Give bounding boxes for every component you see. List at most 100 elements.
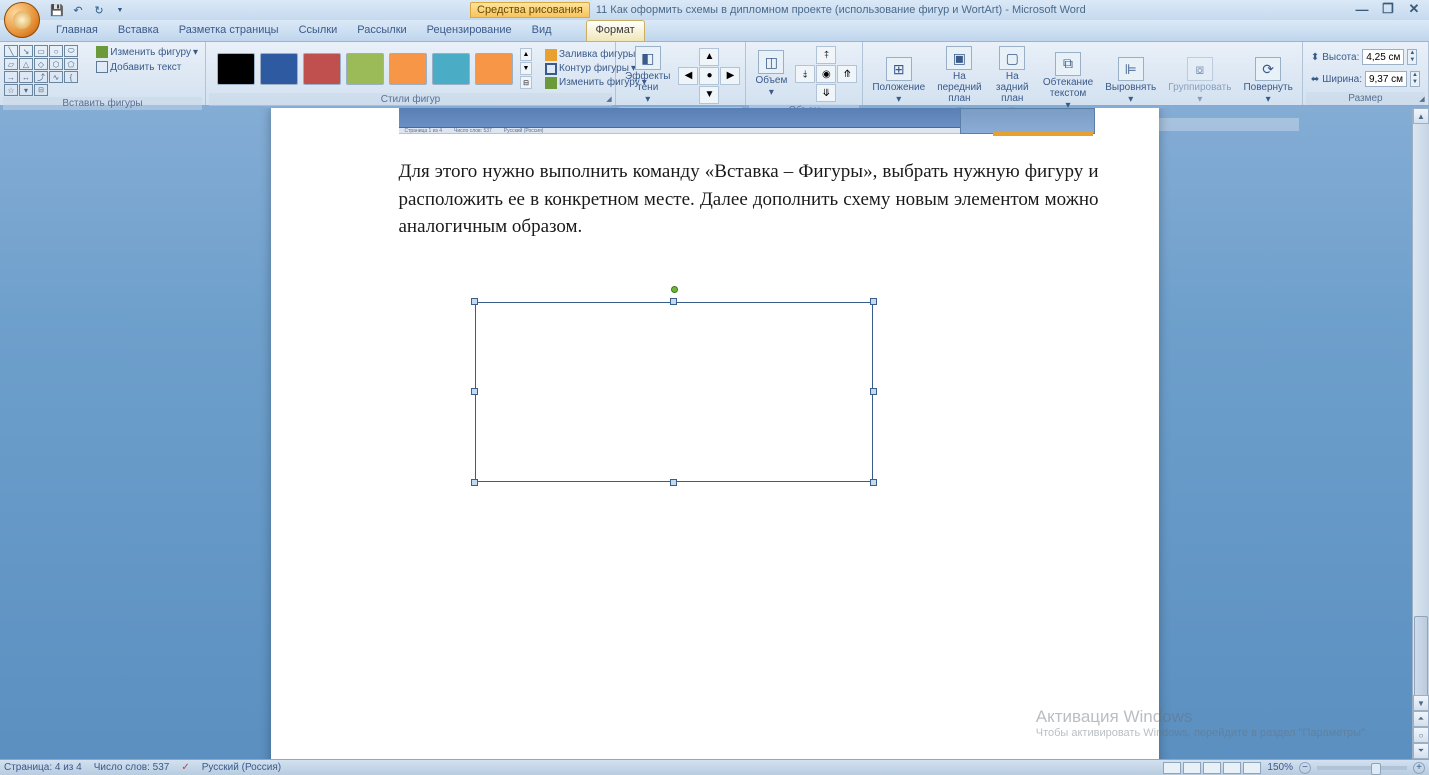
save-icon[interactable]: 💾 xyxy=(48,2,66,18)
language-indicator[interactable]: Русский (Россия) xyxy=(202,762,281,773)
rotation-handle[interactable] xyxy=(671,286,678,293)
width-spinner[interactable]: ▲▼ xyxy=(1410,71,1420,87)
group-shadow: ◧ Эффекты тени▾ ▲ ◀●▶ ▼ Эффекты тени xyxy=(616,42,746,105)
zoom-out-icon[interactable]: − xyxy=(1299,762,1311,774)
undo-icon[interactable]: ↶ xyxy=(69,2,87,18)
qat-dropdown-icon[interactable]: ▼ xyxy=(111,2,129,18)
height-input[interactable] xyxy=(1362,49,1404,65)
group-size: ⬍ Высота: ▲▼ ⬌ Ширина: ▲▼ Размер ◢ xyxy=(1303,42,1429,105)
resize-handle-bl[interactable] xyxy=(471,479,478,486)
scroll-down-icon[interactable]: ▼ xyxy=(1413,695,1429,711)
align-icon: ⊫ xyxy=(1118,57,1144,81)
tab-insert[interactable]: Вставка xyxy=(108,20,169,41)
selected-rectangle-shape[interactable] xyxy=(475,302,873,482)
gallery-more-icon[interactable]: ⊟ xyxy=(520,76,532,89)
text-wrap-button[interactable]: ⧉Обтекание текстом▾ xyxy=(1037,44,1099,118)
zoom-in-icon[interactable]: + xyxy=(1413,762,1425,774)
tilt-left-icon[interactable]: ⤈ xyxy=(795,65,815,83)
resize-handle-tl[interactable] xyxy=(471,298,478,305)
zoom-level[interactable]: 150% xyxy=(1267,762,1293,773)
scroll-up-icon[interactable]: ▲ xyxy=(1413,108,1429,124)
shadow-toggle-icon[interactable]: ● xyxy=(699,67,719,85)
tab-review[interactable]: Рецензирование xyxy=(417,20,522,41)
style-orange2[interactable] xyxy=(475,53,513,85)
tab-references[interactable]: Ссылки xyxy=(289,20,348,41)
tilt-right-icon[interactable]: ⤊ xyxy=(837,65,857,83)
height-spinner[interactable]: ▲▼ xyxy=(1407,49,1417,65)
maximize-button[interactable]: ❐ xyxy=(1377,2,1399,16)
style-black[interactable] xyxy=(217,53,255,85)
resize-handle-tr[interactable] xyxy=(870,298,877,305)
dialog-launcher-size[interactable]: ◢ xyxy=(1417,94,1427,104)
shadow-up-icon[interactable]: ▲ xyxy=(699,48,719,66)
gallery-down-icon[interactable]: ▼ xyxy=(520,62,532,75)
group-label-styles: Стили фигур xyxy=(209,93,612,106)
style-green[interactable] xyxy=(346,53,384,85)
view-web-icon[interactable] xyxy=(1203,762,1221,774)
embedded-screenshot: Страница 1 из 4Число слов: 537Русский (Р… xyxy=(399,108,1095,138)
view-draft-icon[interactable] xyxy=(1243,762,1261,774)
resize-handle-ml[interactable] xyxy=(471,388,478,395)
group-label-size: Размер xyxy=(1306,92,1425,105)
titlebar: 💾 ↶ ↻ ▼ Средства рисования 11 Как оформи… xyxy=(0,0,1429,20)
tab-view[interactable]: Вид xyxy=(522,20,562,41)
office-button[interactable] xyxy=(4,2,40,38)
resize-handle-br[interactable] xyxy=(870,479,877,486)
style-red[interactable] xyxy=(303,53,341,85)
prev-page-icon[interactable]: ⏶ xyxy=(1413,711,1429,727)
redo-icon[interactable]: ↻ xyxy=(90,2,108,18)
vertical-scrollbar[interactable]: ▲ ▼ ⏶ ○ ⏷ xyxy=(1412,108,1429,759)
shadow-icon: ◧ xyxy=(635,46,661,70)
tilt-down-icon[interactable]: ⤋ xyxy=(816,84,836,102)
page[interactable]: Страница 1 из 4Число слов: 537Русский (Р… xyxy=(271,108,1159,759)
3d-effects-button[interactable]: ◫ Объем▾ xyxy=(749,44,793,104)
send-back-button[interactable]: ▢На задний план▾ xyxy=(988,44,1037,118)
shadow-right-icon[interactable]: ▶ xyxy=(720,67,740,85)
front-icon: ▣ xyxy=(946,46,972,70)
shadow-down-icon[interactable]: ▼ xyxy=(699,86,719,104)
resize-handle-mr[interactable] xyxy=(870,388,877,395)
browse-object-icon[interactable]: ○ xyxy=(1413,727,1429,743)
tab-mailings[interactable]: Рассылки xyxy=(347,20,416,41)
wrap-icon: ⧉ xyxy=(1055,52,1081,76)
close-button[interactable]: ✕ xyxy=(1403,2,1425,16)
proofing-icon[interactable]: ✓ xyxy=(181,762,189,773)
shapes-gallery[interactable]: ╲↘▭○⬭▱ △◇⬡⬠→↔ ⤴∿{☆▾⊟ xyxy=(3,44,92,97)
tab-format[interactable]: Формат xyxy=(586,20,645,41)
resize-handle-bm[interactable] xyxy=(670,479,677,486)
group-button[interactable]: ⧇Группировать▾ xyxy=(1162,44,1237,118)
document-area[interactable]: Страница 1 из 4Число слов: 537Русский (Р… xyxy=(0,108,1429,759)
tab-home[interactable]: Главная xyxy=(46,20,108,41)
zoom-slider[interactable] xyxy=(1317,766,1407,770)
document-title: 11 Как оформить схемы в дипломном проект… xyxy=(596,4,1086,16)
position-button[interactable]: ⊞Положение▾ xyxy=(866,44,931,118)
style-blue[interactable] xyxy=(260,53,298,85)
tilt-toggle-icon[interactable]: ◉ xyxy=(816,65,836,83)
shape-styles-gallery[interactable]: ▲ ▼ ⊟ xyxy=(209,44,540,93)
next-page-icon[interactable]: ⏷ xyxy=(1413,743,1429,759)
page-indicator[interactable]: Страница: 4 из 4 xyxy=(4,762,82,773)
view-outline-icon[interactable] xyxy=(1223,762,1241,774)
bring-front-button[interactable]: ▣На передний план▾ xyxy=(931,44,987,118)
style-orange[interactable] xyxy=(389,53,427,85)
view-reading-icon[interactable] xyxy=(1183,762,1201,774)
style-teal[interactable] xyxy=(432,53,470,85)
width-input[interactable] xyxy=(1365,71,1407,87)
paragraph-text[interactable]: Для этого нужно выполнить команду «Встав… xyxy=(399,158,1099,241)
align-button[interactable]: ⊫Выровнять▾ xyxy=(1099,44,1162,118)
shadow-effects-button[interactable]: ◧ Эффекты тени▾ xyxy=(619,44,676,107)
tab-layout[interactable]: Разметка страницы xyxy=(169,20,289,41)
group-icon: ⧇ xyxy=(1187,57,1213,81)
view-print-layout-icon[interactable] xyxy=(1163,762,1181,774)
gallery-up-icon[interactable]: ▲ xyxy=(520,48,532,61)
word-count[interactable]: Число слов: 537 xyxy=(94,762,170,773)
shadow-left-icon[interactable]: ◀ xyxy=(678,67,698,85)
tilt-up-icon[interactable]: ⤉ xyxy=(816,46,836,64)
add-text-button[interactable]: Добавить текст xyxy=(95,60,199,74)
minimize-button[interactable]: — xyxy=(1351,2,1373,16)
edit-shape-button[interactable]: Изменить фигуру ▾ xyxy=(95,45,199,59)
resize-handle-tm[interactable] xyxy=(670,298,677,305)
rotate-button[interactable]: ⟳Повернуть▾ xyxy=(1237,44,1298,118)
cube-icon: ◫ xyxy=(758,50,784,74)
dialog-launcher-styles[interactable]: ◢ xyxy=(604,94,614,104)
